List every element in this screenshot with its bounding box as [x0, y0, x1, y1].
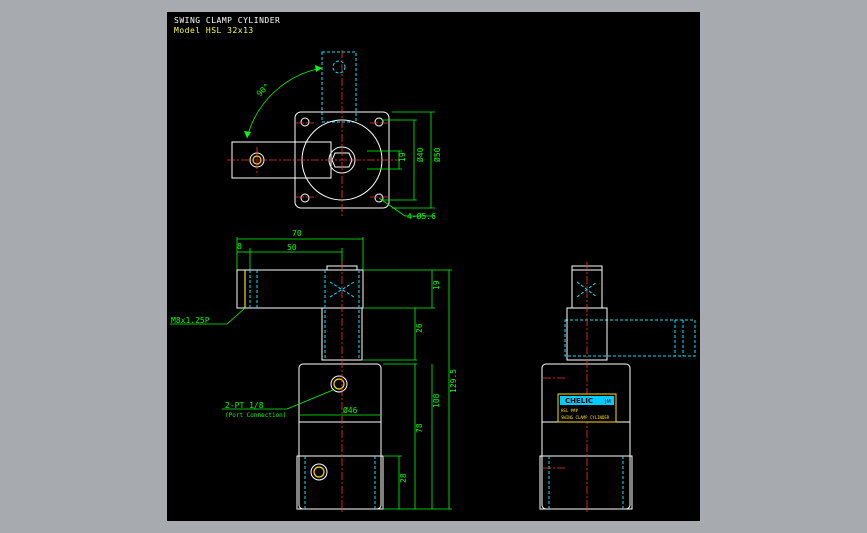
plate-name: SWING CLAMP CYLINDER — [561, 415, 610, 420]
cad-drawing: 90° 19 Ø40 Ø50 4-Ø5.6 70 8 50 Ø46 28 78 … — [170, 50, 696, 512]
swing-angle-arc — [246, 67, 323, 139]
plate-model: HSL ### — [561, 408, 578, 413]
angle-dim: 90° — [255, 82, 272, 99]
port-sub-label: (Port Connection) — [225, 412, 286, 419]
side-body — [541, 363, 631, 510]
arm-hidden-hole — [332, 60, 346, 74]
front-view: 70 8 50 Ø46 28 78 26 19 108 129.5 M8x1.2… — [170, 229, 458, 512]
dim-108: 108 — [432, 393, 441, 408]
dim-19-front: 19 — [432, 280, 441, 290]
dim-129: 129.5 — [449, 369, 458, 393]
dim-78: 78 — [415, 423, 424, 433]
side-base — [539, 455, 633, 510]
thread-label: M8x1.25P — [171, 316, 210, 325]
dim-26: 26 — [415, 323, 424, 333]
drawing-canvas: SWING CLAMP CYLINDER Model HSL 32x13 90°… — [167, 12, 700, 521]
dim-70: 70 — [292, 229, 302, 238]
dim-40: Ø40 — [415, 147, 425, 162]
port-lower — [310, 463, 328, 481]
dim-19-top: 19 — [398, 152, 407, 162]
flange-hole-tr — [374, 117, 384, 127]
flange-hole-tl — [300, 117, 310, 127]
cylinder-body — [298, 363, 382, 510]
dim-8: 8 — [237, 242, 242, 251]
dim-28: 28 — [399, 473, 408, 483]
top-view: 90° 19 Ø40 Ø50 4-Ø5.6 — [227, 50, 442, 221]
cylinder-base — [296, 455, 384, 510]
dim-50h: 50 — [287, 243, 297, 252]
side-view: CHELIC JM HSL ### SWING CLAMP CYLINDER — [539, 262, 696, 512]
flange-hole-bl — [300, 193, 310, 203]
port-upper — [330, 375, 348, 393]
holes-dim: 4-Ø5.6 — [407, 211, 436, 221]
brand-label: CHELIC — [565, 397, 593, 405]
port-label: 2-PT 1/8 — [225, 401, 264, 410]
brand-mark: JM — [604, 399, 611, 405]
dim-46: Ø46 — [343, 405, 358, 415]
dim-50: Ø50 — [432, 147, 442, 162]
arm-side — [236, 269, 364, 309]
